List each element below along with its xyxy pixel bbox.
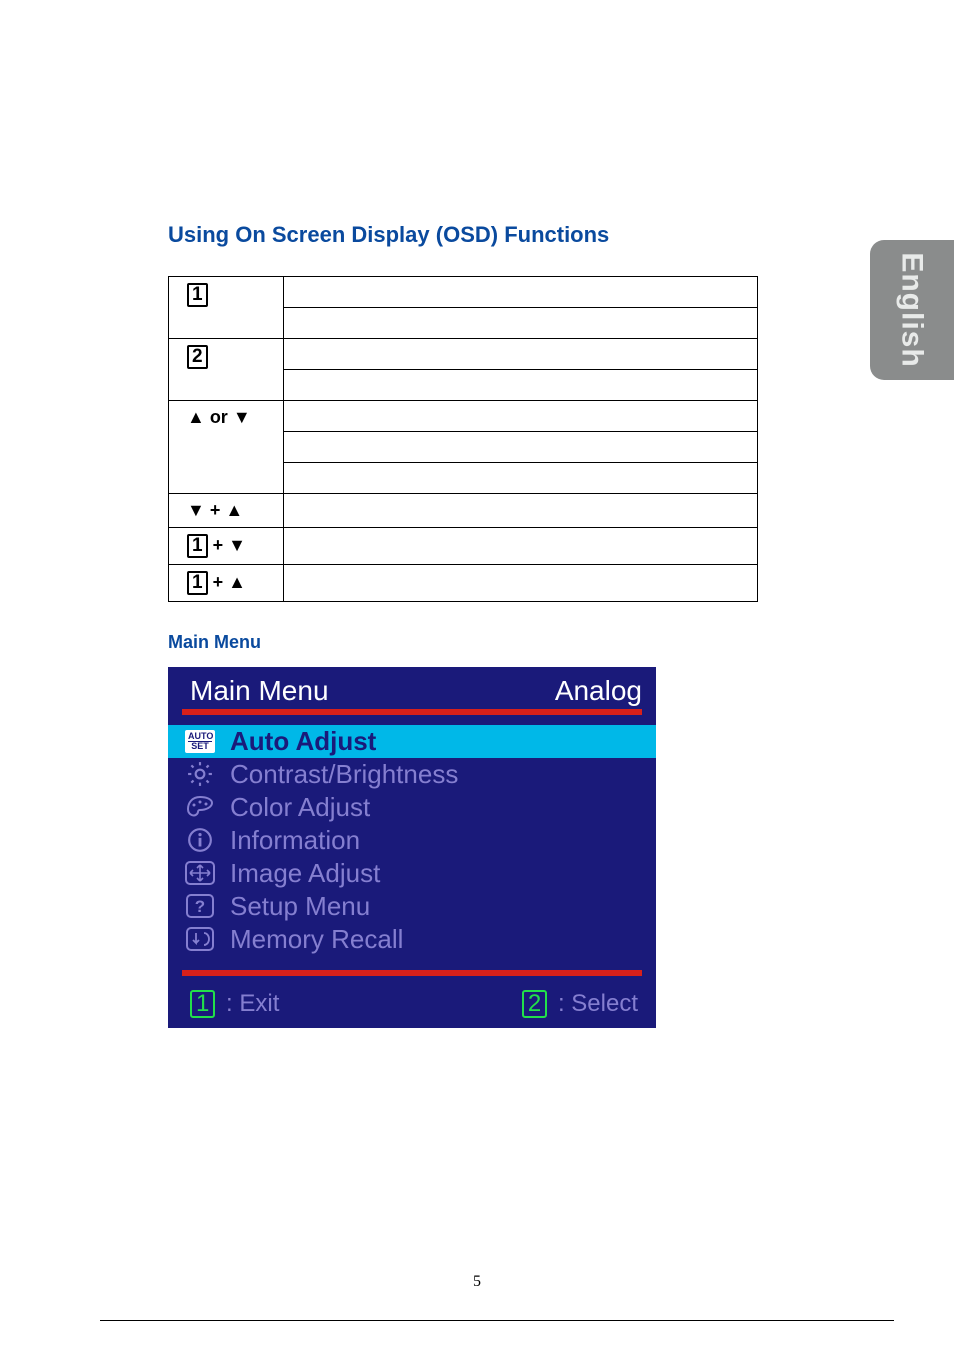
key-desc-3c	[284, 463, 758, 494]
key-cell-3: ▲ or ▼	[169, 401, 284, 494]
osd-title-right: Analog	[555, 675, 642, 707]
osd-title-left: Main Menu	[190, 675, 329, 707]
key-desc-4	[284, 494, 758, 528]
key-desc-3a	[284, 401, 758, 432]
key-desc-5	[284, 528, 758, 565]
key-desc-6	[284, 564, 758, 601]
key-desc-2a	[284, 339, 758, 370]
info-icon	[182, 827, 218, 853]
osd-divider-top	[182, 709, 642, 715]
heading-osd: Using On Screen Display (OSD) Functions	[168, 222, 758, 248]
key-function-table: 1 2 ▲ or ▼ ▼ + ▲ 1 + ▼ 1 + ▲	[168, 276, 758, 602]
osd-item-contrast-brightness[interactable]: Contrast/Brightness	[168, 758, 656, 791]
sun-icon	[182, 761, 218, 787]
osd-footer-select: 2 : Select	[522, 990, 638, 1018]
osd-item-memory-recall[interactable]: Memory Recall	[168, 923, 656, 956]
key-cell-5: 1 + ▼	[169, 528, 284, 565]
key-cell-4: ▼ + ▲	[169, 494, 284, 528]
palette-icon	[182, 794, 218, 820]
osd-footer: 1 : Exit 2 : Select	[168, 986, 656, 1028]
key-cell-2: 2	[169, 339, 284, 401]
language-tab: English	[870, 240, 954, 380]
osd-item-auto-adjust[interactable]: AUTOSET Auto Adjust	[168, 725, 656, 758]
key-desc-3b	[284, 432, 758, 463]
page-number: 5	[0, 1273, 954, 1291]
osd-item-setup-menu[interactable]: ? Setup Menu	[168, 890, 656, 923]
key-cell-6: 1 + ▲	[169, 564, 284, 601]
osd-footer-exit: 1 : Exit	[190, 990, 279, 1018]
svg-text:?: ?	[195, 897, 205, 916]
osd-header: Main Menu Analog	[168, 667, 656, 709]
arrows-icon	[182, 860, 218, 886]
key-desc-2b	[284, 370, 758, 401]
osd-divider-bottom	[182, 970, 642, 976]
autoset-icon: AUTOSET	[182, 728, 218, 754]
osd-item-image-adjust[interactable]: Image Adjust	[168, 857, 656, 890]
osd-panel: Main Menu Analog AUTOSET Auto Adjust Con…	[168, 667, 656, 1028]
footer-line	[100, 1320, 894, 1321]
key-cell-1: 1	[169, 277, 284, 339]
osd-item-information[interactable]: Information	[168, 824, 656, 857]
recall-icon	[182, 926, 218, 952]
key-desc-1b	[284, 308, 758, 339]
osd-item-color-adjust[interactable]: Color Adjust	[168, 791, 656, 824]
submenu-heading: Main Menu	[168, 632, 758, 653]
key-desc-1a	[284, 277, 758, 308]
question-icon: ?	[182, 893, 218, 919]
